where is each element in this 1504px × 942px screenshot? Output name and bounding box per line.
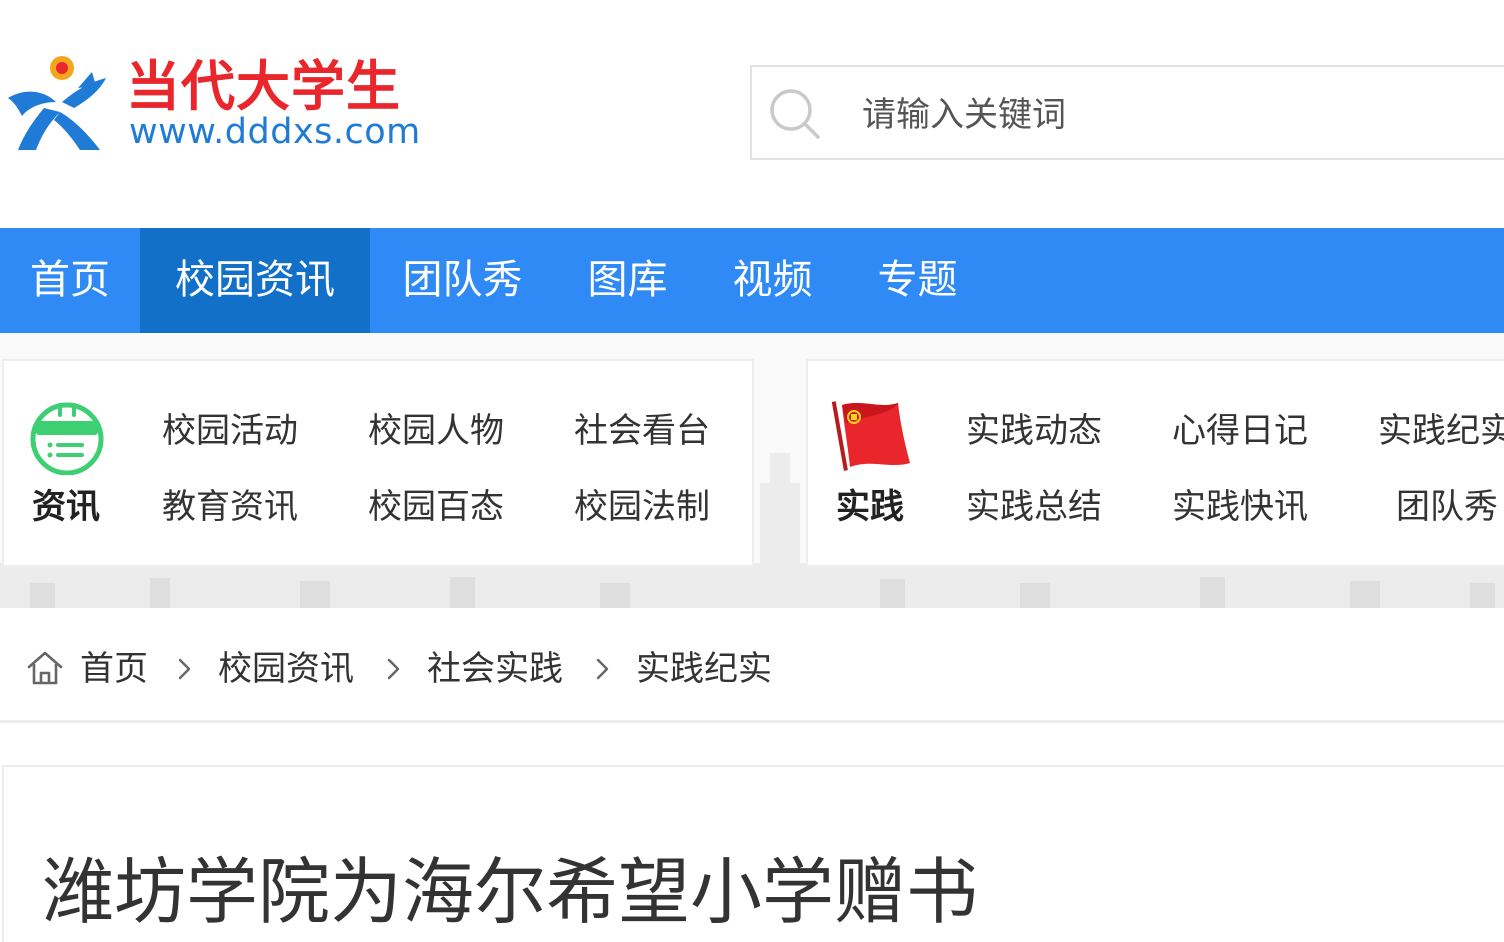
category-link[interactable]: 实践快讯 bbox=[1172, 479, 1308, 528]
chevron-right-icon bbox=[596, 658, 609, 680]
nav-item-campus-news[interactable]: 校园资讯 bbox=[140, 228, 370, 333]
logo-url-text: www.dddxs.com bbox=[129, 112, 421, 152]
logo-mark-icon bbox=[8, 56, 106, 150]
calendar-icon bbox=[30, 402, 104, 475]
category-link[interactable]: 校园活动 bbox=[162, 403, 298, 452]
breadcrumb: 首页 校园资讯 社会实践 实践纪实 bbox=[0, 608, 1504, 723]
site-header: 当代大学生 www.dddxs.com bbox=[0, 0, 1504, 228]
category-band: 资讯 校园活动 校园人物 社会看台 教育资讯 校园百态 校园法制 实践 实践动态… bbox=[0, 333, 1504, 608]
nav-item-video[interactable]: 视频 bbox=[700, 228, 845, 333]
search-box bbox=[750, 65, 1504, 160]
article-title: 潍坊学院为海尔希望小学赠书 bbox=[42, 850, 979, 934]
nav-item-topics[interactable]: 专题 bbox=[845, 228, 990, 333]
category-title-news[interactable]: 资讯 bbox=[32, 479, 100, 528]
nav-item-team-show[interactable]: 团队秀 bbox=[370, 228, 555, 333]
category-link[interactable]: 实践动态 bbox=[966, 403, 1102, 452]
logo-chinese-text: 当代大学生 bbox=[126, 55, 401, 118]
main-nav: 首页 校园资讯 团队秀 图库 视频 专题 bbox=[0, 228, 1504, 333]
category-link[interactable]: 实践纪实 bbox=[1378, 403, 1504, 452]
category-link[interactable]: 团队秀 bbox=[1396, 479, 1498, 528]
category-link[interactable]: 实践总结 bbox=[966, 479, 1102, 528]
category-link[interactable]: 社会看台 bbox=[574, 403, 710, 452]
category-link[interactable]: 校园法制 bbox=[574, 479, 710, 528]
breadcrumb-link-home[interactable]: 首页 bbox=[80, 646, 148, 692]
category-link[interactable]: 校园百态 bbox=[368, 479, 504, 528]
chevron-right-icon bbox=[178, 658, 191, 680]
breadcrumb-link-campus-news[interactable]: 校园资讯 bbox=[218, 646, 354, 692]
home-icon[interactable] bbox=[26, 650, 64, 686]
category-card-news: 资讯 校园活动 校园人物 社会看台 教育资讯 校园百态 校园法制 bbox=[2, 359, 754, 567]
nav-item-gallery[interactable]: 图库 bbox=[555, 228, 700, 333]
search-input[interactable] bbox=[862, 87, 1462, 142]
chevron-right-icon bbox=[387, 658, 400, 680]
article-container: 潍坊学院为海尔希望小学赠书 bbox=[2, 765, 1504, 942]
breadcrumb-link-practice-record[interactable]: 实践纪实 bbox=[636, 646, 772, 692]
category-link[interactable]: 教育资讯 bbox=[162, 479, 298, 528]
breadcrumb-link-social-practice[interactable]: 社会实践 bbox=[427, 646, 563, 692]
category-card-practice: 实践 实践动态 心得日记 实践纪实 实践总结 实践快讯 团队秀 bbox=[806, 359, 1504, 567]
category-link[interactable]: 心得日记 bbox=[1172, 403, 1308, 452]
nav-item-home[interactable]: 首页 bbox=[0, 228, 140, 333]
category-title-practice[interactable]: 实践 bbox=[836, 479, 904, 528]
search-icon[interactable] bbox=[768, 87, 822, 141]
red-flag-icon bbox=[832, 401, 910, 471]
site-logo[interactable]: 当代大学生 www.dddxs.com bbox=[4, 50, 424, 160]
category-link[interactable]: 校园人物 bbox=[368, 403, 504, 452]
